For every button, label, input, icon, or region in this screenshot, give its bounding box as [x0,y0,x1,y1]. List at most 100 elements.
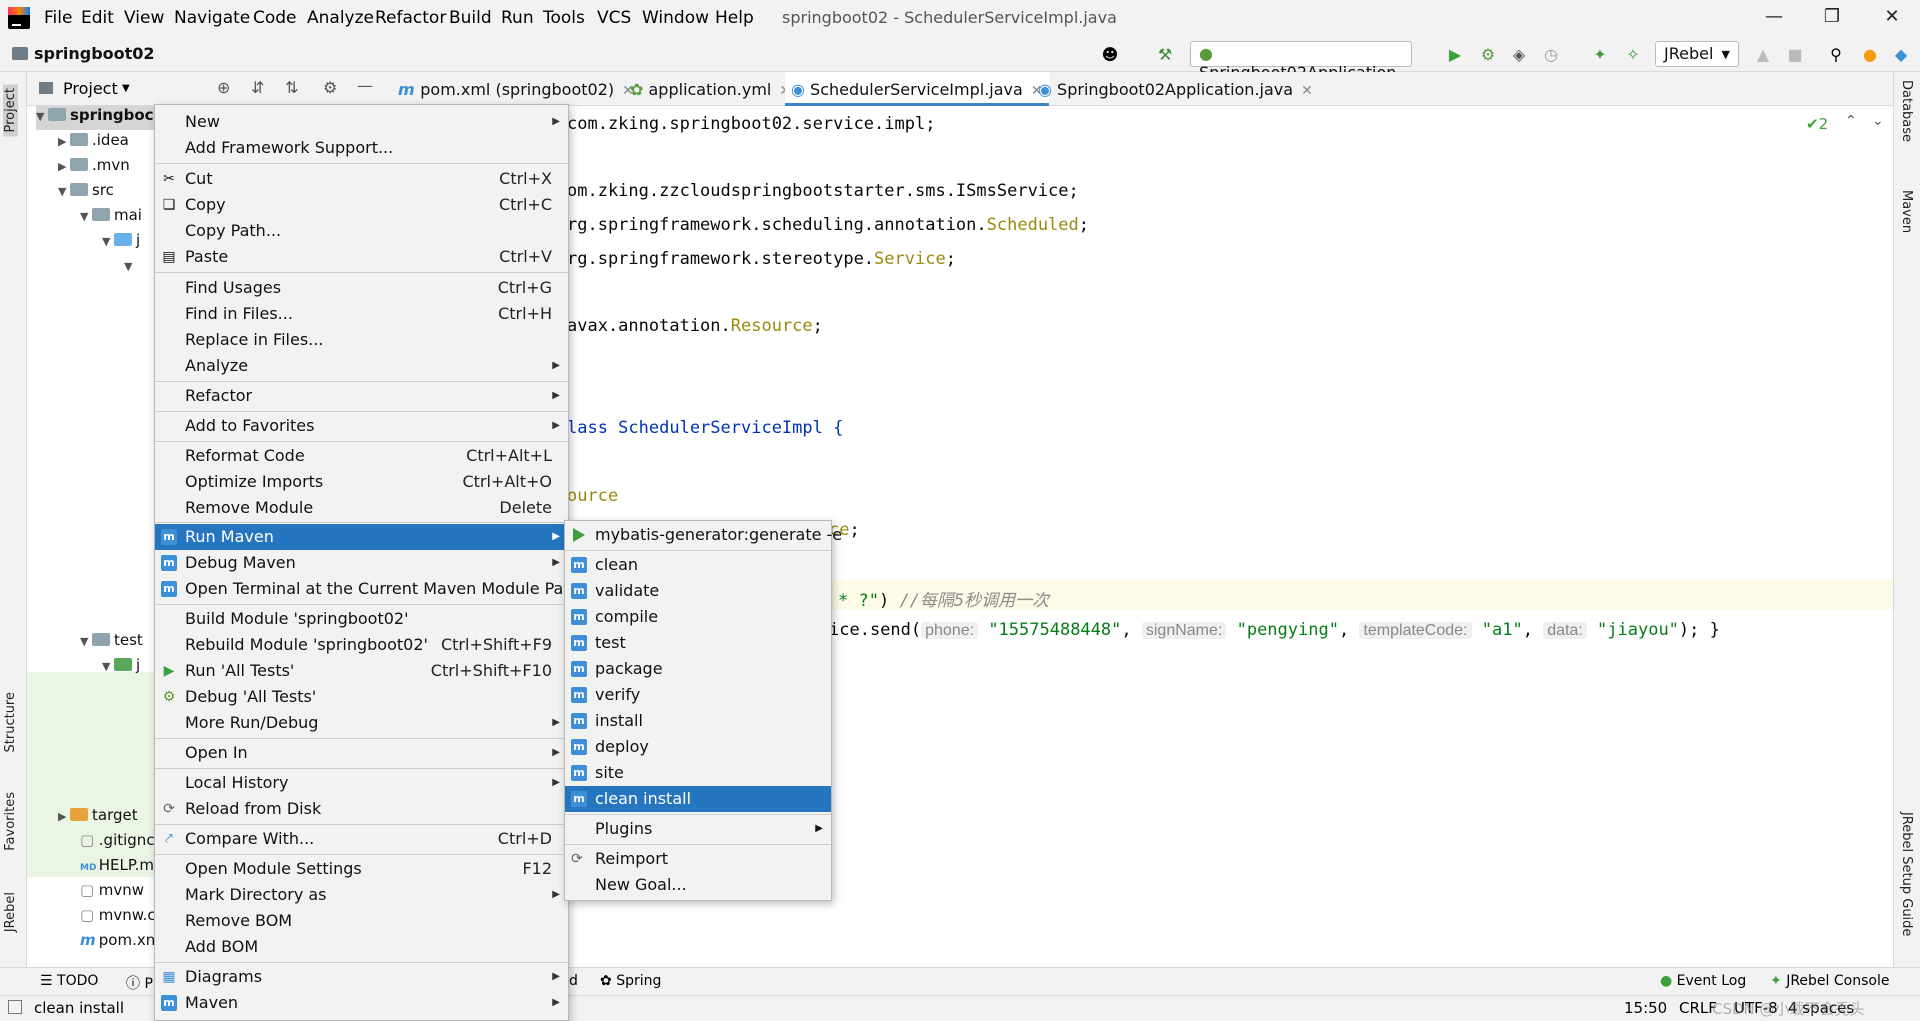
menu-vcs[interactable]: VCS [597,8,631,28]
submenu-compile[interactable]: m compile [565,604,831,630]
menu-local-history[interactable]: Local History ▶ [155,770,568,796]
tree-item-src[interactable]: ▼ src [58,181,114,205]
menu-cut[interactable]: ✂ Cut Ctrl+X [155,166,568,192]
menu-code[interactable]: Code [253,8,297,28]
menu-add-framework-support[interactable]: Add Framework Support... [155,135,568,161]
menu-open-terminal-maven[interactable]: m Open Terminal at the Current Maven Modu… [155,576,580,602]
submenu-package[interactable]: m package [565,656,831,682]
database-tool-tab[interactable]: Database [1899,80,1914,142]
tab-springboot02-application[interactable]: ◉ Springboot02Application.java ✕ [1032,72,1319,106]
jrebel-guide-tool-tab[interactable]: JRebel Setup Guide [1899,812,1914,936]
submenu-new-goal[interactable]: New Goal... [565,872,831,898]
submenu-verify[interactable]: m verify [565,682,831,708]
collapse-all-icon[interactable]: ⇅ [285,78,298,97]
submenu-reimport[interactable]: ⟳ Reimport [565,846,831,872]
tree-item-test[interactable]: ▼ test [80,631,143,655]
menu-help[interactable]: Help [715,8,754,28]
hide-icon[interactable]: — [357,76,373,95]
submenu-plugins[interactable]: Plugins ▶ [565,816,831,842]
menu-add-to-favorites[interactable]: Add to Favorites ▶ [155,413,568,439]
caret-position[interactable]: 15:50 [1624,999,1667,1017]
deploy-icon[interactable]: ▲ [1753,44,1773,64]
breadcrumb-project[interactable]: springboot02 [34,44,155,63]
tab-pom-xml[interactable]: m pom.xml (springboot02) ✕ [392,72,640,106]
inspection-ok-icon[interactable]: ✔2 [1806,115,1828,133]
restore-icon[interactable]: ❐ [1820,6,1844,30]
spring-tool-tab[interactable]: ✿ Spring [600,973,661,989]
menu-find-usages[interactable]: Find Usages Ctrl+G [155,275,568,301]
structure-tool-tab[interactable]: Structure [3,692,18,752]
tree-item-help[interactable]: MD HELP.m [80,856,154,880]
tree-item-target[interactable]: ▶ target [58,806,138,830]
menu-file[interactable]: File [44,8,72,28]
jrebel-debug-icon[interactable]: ✧ [1623,44,1643,64]
menu-run[interactable]: Run [501,8,534,28]
menu-replace-in-files[interactable]: Replace in Files... [155,327,568,353]
close-icon[interactable]: ✕ [1880,6,1904,30]
run-icon[interactable]: ▶ [1445,44,1465,64]
submenu-site[interactable]: m site [565,760,831,786]
menu-refactor[interactable]: Refactor [375,8,446,28]
update-icon[interactable]: ● [1860,44,1880,64]
menu-remove-module[interactable]: Remove Module Delete [155,495,568,521]
layout-toggle-icon[interactable] [8,1000,22,1014]
tree-item-package[interactable]: ▼ [124,256,136,280]
tree-item-main[interactable]: ▼ mai [80,206,142,230]
build-hammer-icon[interactable]: ⚒ [1155,44,1175,64]
tree-item-pom[interactable]: m pom.xn [80,931,155,955]
gear-icon[interactable]: ⚙ [323,78,337,97]
tree-item-test-java[interactable]: ▼ j [102,656,140,680]
tab-scheduler-service-impl[interactable]: ◉ SchedulerServiceImpl.java ✕ [785,72,1049,106]
tree-item-java[interactable]: ▼ j [102,231,140,255]
maven-tool-tab[interactable]: Maven [1899,190,1914,233]
jrebel-console-tool-tab[interactable]: ✦ JRebel Console [1770,973,1889,989]
menu-view[interactable]: View [124,8,164,28]
expand-all-icon[interactable]: ⇵ [251,78,264,97]
menu-rebuild-module[interactable]: Rebuild Module 'springboot02' Ctrl+Shift+… [155,632,568,658]
menu-diagrams[interactable]: ▦ Diagrams ▶ [155,964,568,990]
menu-run-maven[interactable]: m Run Maven ▶ [155,524,568,550]
menu-open-in[interactable]: Open In ▶ [155,740,568,766]
jrebel-select[interactable]: JRebel ▼ [1655,41,1739,67]
menu-mark-directory-as[interactable]: Mark Directory as ▶ [155,882,568,908]
tree-item-root[interactable]: ▼ springboc [36,106,156,130]
search-icon[interactable]: ⚲ [1826,44,1846,64]
menu-debug-maven[interactable]: m Debug Maven ▶ [155,550,568,576]
menu-remove-bom[interactable]: Remove BOM [155,908,568,934]
menu-window[interactable]: Window [642,8,709,28]
menu-optimize-imports[interactable]: Optimize Imports Ctrl+Alt+O [155,469,568,495]
menu-tools[interactable]: Tools [543,8,585,28]
close-icon[interactable]: ✕ [1301,83,1313,99]
run-config-select[interactable]: ● Springboot02Application▼ [1190,41,1412,99]
menu-compare-with[interactable]: ⤤ Compare With... Ctrl+D [155,826,568,852]
menu-open-module-settings[interactable]: Open Module Settings F12 [155,856,568,882]
prev-highlight-icon[interactable]: ⌃ [1845,113,1857,129]
plugin-icon[interactable]: ◆ [1891,44,1911,64]
tree-item-mvnw-cmd[interactable]: ▢ mvnw.c [80,906,156,930]
menu-build[interactable]: Build [449,8,492,28]
stop-icon[interactable]: ■ [1785,44,1805,64]
problems-tool-tab[interactable]: ⓘ P [126,973,153,993]
next-highlight-icon[interactable]: ⌄ [1872,113,1884,129]
menu-copy[interactable]: ❏ Copy Ctrl+C [155,192,568,218]
coverage-icon[interactable]: ◈ [1509,44,1529,64]
profile-icon[interactable]: ◷ [1541,44,1561,64]
tab-application-yml[interactable]: ✿ application.yml✕ [624,72,797,106]
event-log-tool-tab[interactable]: ● Event Log [1660,973,1746,989]
menu-paste[interactable]: ▤ Paste Ctrl+V [155,244,568,270]
menu-reformat-code[interactable]: Reformat Code Ctrl+Alt+L [155,443,568,469]
submenu-deploy[interactable]: m deploy [565,734,831,760]
menu-navigate[interactable]: Navigate [174,8,250,28]
favorites-tool-tab[interactable]: Favorites [3,792,18,851]
menu-analyze[interactable]: Analyze [307,8,374,28]
jrebel-tool-tab[interactable]: JRebel [3,892,18,932]
tree-item-gitignore[interactable]: ▢ .gitignc [80,831,155,855]
menu-copy-path[interactable]: Copy Path... [155,218,568,244]
menu-edit[interactable]: Edit [81,8,114,28]
submenu-clean-install[interactable]: m clean install [565,786,831,812]
tree-item-mvn[interactable]: ▶ .mvn [58,156,130,180]
menu-add-bom[interactable]: Add BOM [155,934,568,960]
project-tool-tab[interactable]: Project [3,84,18,137]
menu-new[interactable]: New ▶ [155,109,568,135]
menu-more-run-debug[interactable]: More Run/Debug ▶ [155,710,568,736]
